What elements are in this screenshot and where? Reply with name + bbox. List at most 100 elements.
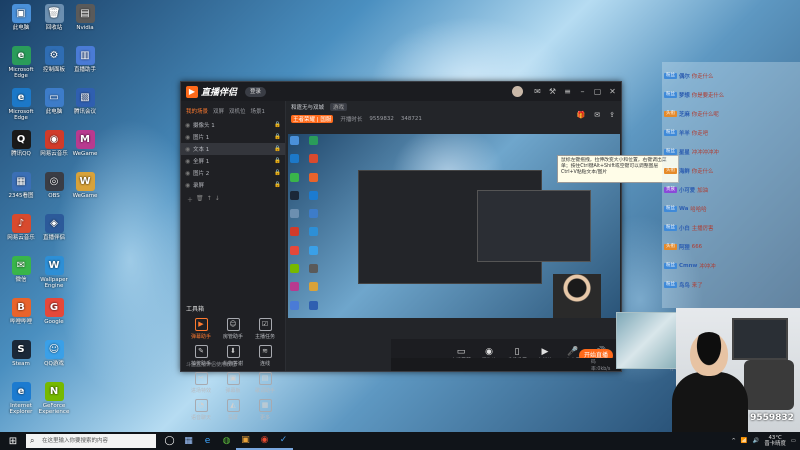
up-icon[interactable]: ↑: [207, 195, 212, 204]
scene-item[interactable]: ◉ 摄像头 1 🔒: [181, 119, 285, 131]
toolbox-item[interactable]: ▤ 歌词助手: [249, 372, 281, 394]
desktop-icon[interactable]: ◈ 直播伴侣: [35, 214, 73, 241]
chat-username[interactable]: 海鲜: [679, 167, 690, 175]
desktop-icon[interactable]: ▤ Nvidia: [66, 4, 104, 31]
eye-icon[interactable]: ◉: [185, 122, 193, 129]
chat-message: 粉丝 Wa 哈哈哈: [664, 205, 707, 213]
minimize-icon[interactable]: –: [578, 87, 587, 96]
mail-icon[interactable]: ✉: [594, 111, 600, 119]
notification-icon[interactable]: ▭: [791, 438, 796, 444]
scene-tab[interactable]: 双机位: [229, 107, 246, 115]
chat-username[interactable]: 偶尔: [679, 72, 690, 80]
room-category-tag[interactable]: 游戏: [330, 103, 348, 111]
scene-item[interactable]: ◉ 文本 1 🔒: [181, 143, 285, 155]
toolbox-item[interactable]: ◔ 语音聊天: [185, 399, 217, 421]
chat-text: 冲冲冲: [699, 263, 716, 270]
gift-icon[interactable]: 🎁: [577, 111, 586, 119]
eye-icon[interactable]: ◉: [185, 134, 193, 141]
delete-icon[interactable]: 🗑: [196, 195, 204, 204]
taskbar-search-input[interactable]: ⌕ 在这里输入你要搜索的内容: [26, 434, 156, 448]
eye-icon[interactable]: ◉: [185, 170, 193, 177]
network-icon[interactable]: 📶: [741, 438, 748, 444]
toolbox-item[interactable]: ✂ 进场特效: [185, 372, 217, 394]
eye-icon[interactable]: ◉: [185, 158, 193, 165]
scene-item[interactable]: ◉ 全屏 1 🔒: [181, 155, 285, 167]
taskbar-app-icon[interactable]: ✓: [274, 432, 293, 450]
lock-icon[interactable]: 🔒: [274, 182, 281, 188]
chat-username[interactable]: 小可爱: [679, 186, 695, 194]
scene-tab[interactable]: 双屏: [213, 107, 224, 115]
tool-icon[interactable]: ⚒: [548, 87, 557, 96]
main-area: 和霆无与双城 游戏 王者荣耀 | 国服 开播时长 9559832 348721 🎁 ✉…: [286, 101, 738, 372]
chat-username[interactable]: 羊羊: [679, 129, 690, 137]
clock[interactable]: 43°C 晋卡晴度: [764, 435, 786, 447]
share-icon[interactable]: ⇪: [609, 111, 615, 119]
lock-icon[interactable]: 🔒: [274, 134, 281, 140]
eye-icon[interactable]: ◉: [185, 146, 193, 153]
chat-username[interactable]: 星星: [679, 148, 690, 156]
taskbar-app-icon[interactable]: ◯: [160, 432, 179, 450]
desktop-icon[interactable]: G Google: [35, 298, 73, 325]
avatar[interactable]: [512, 86, 523, 97]
login-button[interactable]: 登录: [245, 86, 267, 97]
toolbox-item[interactable]: ≋ 连线: [249, 345, 281, 367]
room-name[interactable]: 和霆无与双城: [291, 103, 324, 111]
lock-icon[interactable]: 🔒: [274, 122, 281, 128]
fan-badge: 粉丝: [664, 91, 677, 98]
scene-item[interactable]: ◉ 图片 1 🔒: [181, 131, 285, 143]
scene-tab[interactable]: 我的场景: [186, 107, 208, 115]
title-bar[interactable]: ▶ 直播伴侣 登录 ✉ ⚒ ≡ – ▢ ✕: [181, 82, 621, 101]
taskbar-app-icon[interactable]: ▦: [179, 432, 198, 450]
message-icon[interactable]: ✉: [533, 87, 542, 96]
chat-username[interactable]: 小白: [679, 224, 690, 232]
chat-username[interactable]: 阿狸: [679, 243, 690, 251]
tool-icon: ▣: [226, 372, 240, 385]
desktop-icon[interactable]: M WeGame: [66, 130, 104, 157]
tool-icon: ▶: [194, 318, 208, 331]
desktop-icon-label: Google: [44, 319, 64, 325]
toolbox-grid: ▶ 弹幕助手 ☺ 房管助手 ☑ 主播任务 ✎ 抽奖助手 ⬇ 礼物答谢 ≋ 连线 ✂ 进场特效 ▣ 弹幕板 ▤ 歌词…: [185, 318, 281, 421]
toolbox-item[interactable]: ▦ 更多: [249, 399, 281, 421]
tray-chevron-icon[interactable]: ^: [731, 438, 736, 444]
desktop-icon[interactable]: N GeForce Experience: [35, 382, 73, 415]
scene-item[interactable]: ◉ 图片 2 🔒: [181, 167, 285, 179]
maximize-icon[interactable]: ▢: [593, 87, 602, 96]
app-icon: ▦: [11, 172, 31, 191]
toolbox-item[interactable]: ◭ 投屏: [217, 399, 249, 421]
lock-icon[interactable]: 🔒: [274, 170, 281, 176]
toolbox-item[interactable]: ▶ 弹幕助手: [185, 318, 217, 340]
taskbar-app-icon[interactable]: ▣: [236, 432, 255, 450]
taskbar-app-icon[interactable]: ◍: [217, 432, 236, 450]
desktop-icon[interactable]: W WeGame: [66, 172, 104, 199]
taskbar-app-icon[interactable]: ◉: [255, 432, 274, 450]
down-icon[interactable]: ↓: [215, 195, 220, 204]
volume-icon[interactable]: 🔊: [753, 438, 760, 444]
chat-username[interactable]: 芝麻: [679, 110, 690, 118]
menu-icon[interactable]: ≡: [563, 87, 572, 96]
desktop-icon[interactable]: ☺ QQ游戏: [35, 340, 73, 367]
desktop-icon[interactable]: ▥ 直播助手: [66, 46, 104, 73]
taskbar-app-icon[interactable]: e: [198, 432, 217, 450]
tutorial-link[interactable]: 斗鱼直播伴侣使用教程: [186, 361, 236, 368]
desktop-icon[interactable]: W Wallpaper Engine: [35, 256, 73, 289]
chat-username[interactable]: 鸟鸟: [679, 281, 690, 289]
toolbox-item[interactable]: ☺ 房管助手: [217, 318, 249, 340]
chat-text: 加油: [697, 187, 708, 194]
eye-icon[interactable]: ◉: [185, 182, 193, 189]
lock-icon[interactable]: 🔒: [274, 146, 281, 152]
close-icon[interactable]: ✕: [608, 87, 617, 96]
toolbox-item[interactable]: ☑ 主播任务: [249, 318, 281, 340]
chat-username[interactable]: Wa: [679, 206, 688, 212]
chat-username[interactable]: 梦想: [679, 91, 690, 99]
lock-icon[interactable]: 🔒: [274, 158, 281, 164]
scene-tab[interactable]: 场景1: [251, 107, 266, 115]
preview-icon: [309, 282, 318, 292]
clock-text: 晋卡晴度: [764, 441, 786, 447]
desktop-icon[interactable]: ▧ 腾讯会议: [66, 88, 104, 115]
windows-start-icon[interactable]: ⊞: [0, 432, 26, 450]
chat-username[interactable]: Cmnw: [679, 263, 697, 269]
scene-item[interactable]: ◉ 录屏 🔒: [181, 179, 285, 191]
toolbox-item[interactable]: ▣ 弹幕板: [217, 372, 249, 394]
add-icon[interactable]: ＋: [187, 195, 193, 204]
preview-icon: [290, 190, 299, 200]
